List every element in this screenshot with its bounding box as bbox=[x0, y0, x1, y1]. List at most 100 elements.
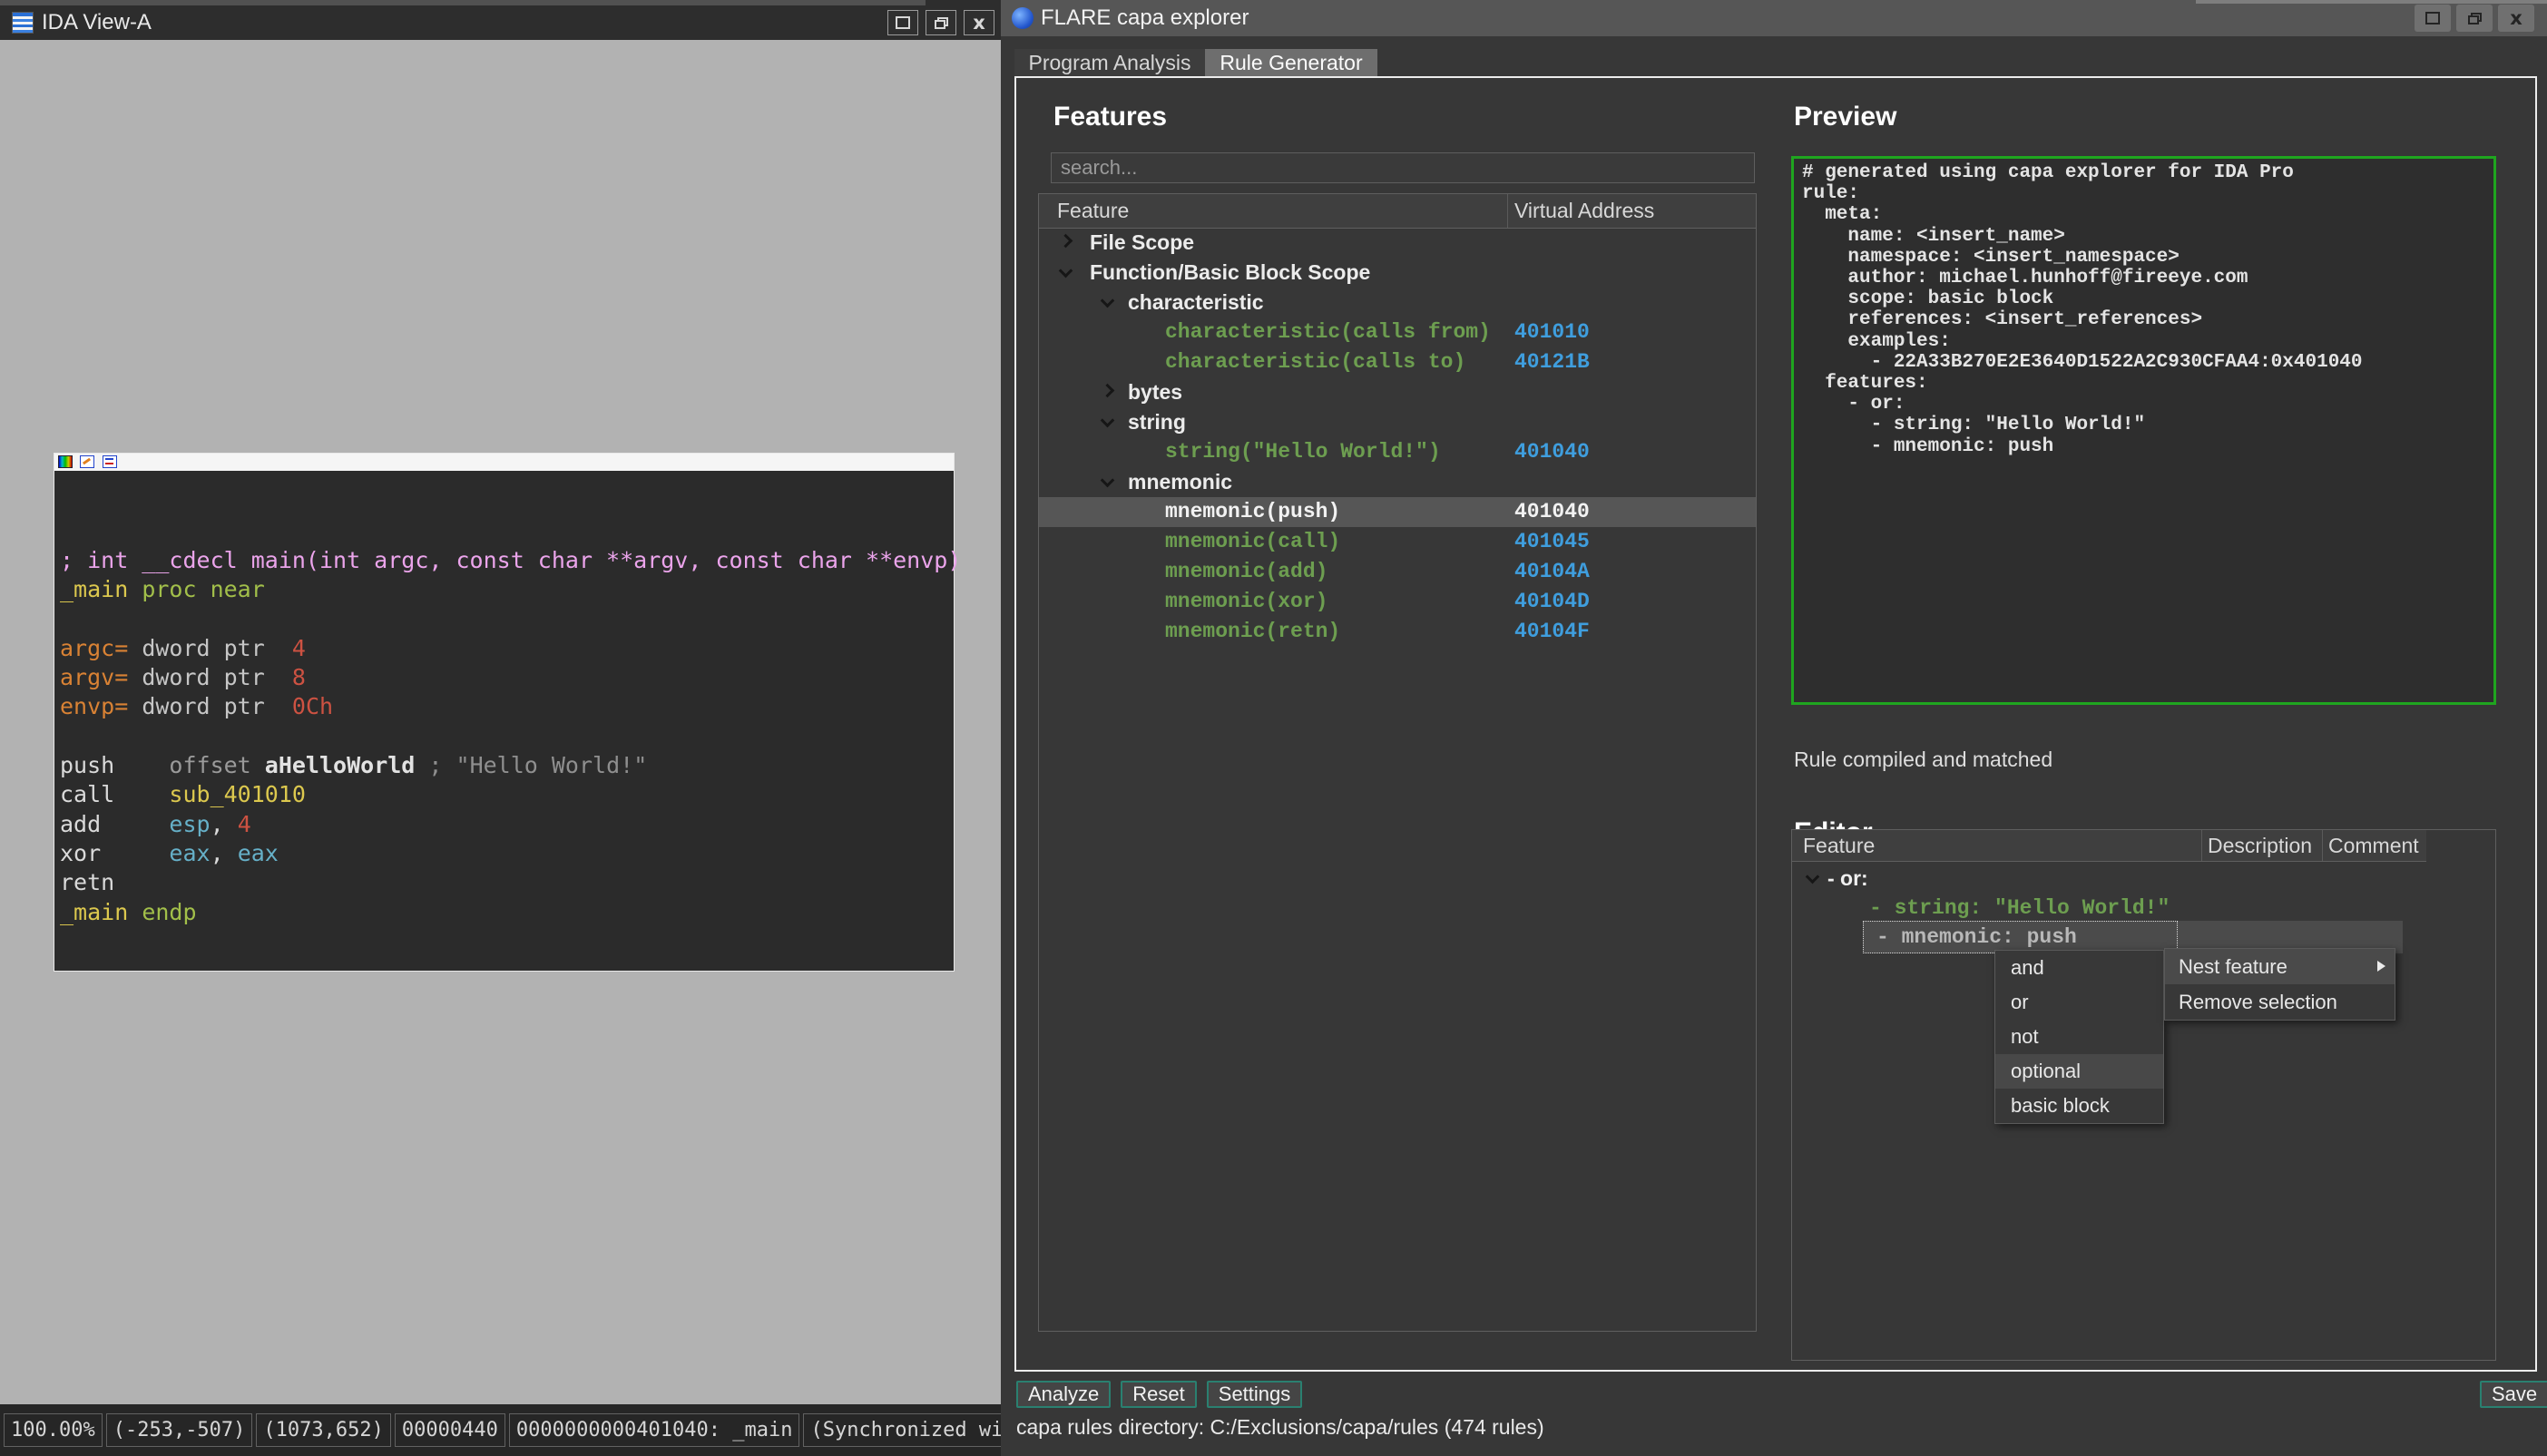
menu-item-and[interactable]: and bbox=[1995, 951, 2163, 985]
ida-view-icon bbox=[12, 12, 34, 34]
feature-row[interactable]: characteristic(calls to) 40121B bbox=[1039, 347, 1756, 377]
menu-item-basic-block[interactable]: basic block bbox=[1995, 1089, 2163, 1123]
feature-row[interactable]: mnemonic(add)40104A bbox=[1039, 557, 1756, 587]
code-line bbox=[60, 722, 961, 751]
capa-action-buttons: Analyze Reset Settings bbox=[1016, 1381, 1302, 1408]
column-header-virtual-address[interactable]: Virtual Address bbox=[1514, 194, 1654, 228]
collapse-icon[interactable] bbox=[1101, 474, 1115, 488]
feature-row[interactable]: mnemonic(xor) 40104D bbox=[1039, 587, 1756, 617]
menu-item-not[interactable]: not bbox=[1995, 1020, 2163, 1054]
feature-address: 40121B bbox=[1514, 347, 1590, 377]
feature-row[interactable]: mnemonic(retn)40104F bbox=[1039, 617, 1756, 647]
code-line: argv= dword ptr 8 bbox=[60, 663, 961, 692]
preview-rule-text: # generated using capa explorer for IDA … bbox=[1794, 159, 2493, 457]
code-token: 4 bbox=[292, 635, 306, 661]
collapse-icon[interactable] bbox=[1806, 870, 1820, 884]
search-input[interactable] bbox=[1051, 152, 1755, 183]
code-token: envp= bbox=[60, 693, 142, 719]
restore-icon[interactable] bbox=[926, 10, 956, 35]
code-token: sub_401010 bbox=[169, 781, 306, 807]
ida-titlebar: IDA View-A x bbox=[0, 0, 1001, 40]
feature-label: characteristic bbox=[1128, 288, 1264, 318]
feature-row[interactable]: characteristic bbox=[1039, 288, 1756, 318]
feature-address: 401040 bbox=[1514, 437, 1590, 467]
expand-icon[interactable] bbox=[1059, 234, 1073, 249]
expand-icon[interactable] bbox=[1101, 384, 1115, 398]
code-token: , bbox=[211, 811, 238, 837]
settings-button[interactable]: Settings bbox=[1207, 1381, 1303, 1408]
maximize-icon[interactable] bbox=[887, 10, 918, 35]
editor-row-label: - or: bbox=[1827, 864, 1868, 894]
feature-row[interactable]: string bbox=[1039, 407, 1756, 437]
code-line: _main endp bbox=[60, 898, 961, 927]
code-line: add esp, 4 bbox=[60, 810, 961, 839]
column-header-feature[interactable]: Feature bbox=[1057, 194, 1129, 228]
column-header-feature[interactable]: Feature bbox=[1803, 830, 1875, 861]
close-icon[interactable]: x bbox=[964, 10, 994, 35]
feature-row[interactable]: File Scope bbox=[1039, 228, 1756, 258]
code-line: argc= dword ptr 4 bbox=[60, 634, 961, 663]
feature-row[interactable]: mnemonic(call)401045 bbox=[1039, 527, 1756, 557]
editor-row[interactable]: - string: "Hello World!" bbox=[1792, 894, 2495, 923]
code-token bbox=[128, 899, 142, 925]
status-segment: 0000000000401040: _main bbox=[509, 1413, 800, 1447]
column-divider[interactable] bbox=[2201, 830, 2202, 861]
feature-label: mnemonic(xor) bbox=[1165, 587, 1327, 617]
feature-row[interactable]: mnemonic bbox=[1039, 467, 1756, 497]
feature-row[interactable]: bytes bbox=[1039, 377, 1756, 407]
feature-row[interactable]: string("Hello World!") 401040 bbox=[1039, 437, 1756, 467]
editor-table-header: Feature Description Comment bbox=[1792, 830, 2426, 862]
status-segment: (1073,652) bbox=[256, 1413, 390, 1447]
capa-status-text: capa rules directory: C:/Exclusions/capa… bbox=[1016, 1415, 1544, 1440]
context-submenu: andornotoptionalbasic block bbox=[1994, 950, 2164, 1124]
column-divider[interactable] bbox=[2322, 830, 2323, 861]
feature-label: mnemonic(retn) bbox=[1165, 617, 1340, 647]
menu-item-or[interactable]: or bbox=[1995, 985, 2163, 1020]
palette-icon[interactable] bbox=[58, 455, 73, 468]
save-button[interactable]: Save bbox=[2480, 1381, 2547, 1408]
close-icon[interactable]: x bbox=[2498, 5, 2534, 32]
menu-item-nest-feature[interactable]: Nest feature bbox=[2165, 949, 2395, 984]
tab-program-analysis[interactable]: Program Analysis bbox=[1014, 49, 1205, 77]
maximize-icon[interactable] bbox=[2415, 5, 2451, 32]
code-line: _main proc near bbox=[60, 575, 961, 604]
feature-label: Function/Basic Block Scope bbox=[1090, 258, 1370, 288]
graph-icon[interactable] bbox=[103, 455, 117, 468]
menu-item-optional[interactable]: optional bbox=[1995, 1054, 2163, 1089]
feature-label: mnemonic bbox=[1128, 467, 1232, 497]
restore-icon[interactable] bbox=[2456, 5, 2493, 32]
feature-address: 40104D bbox=[1514, 587, 1590, 617]
reset-button[interactable]: Reset bbox=[1121, 1381, 1196, 1408]
menu-item-remove-selection[interactable]: Remove selection bbox=[2165, 984, 2395, 1020]
analyze-button[interactable]: Analyze bbox=[1016, 1381, 1111, 1408]
column-header-comment[interactable]: Comment bbox=[2328, 830, 2419, 861]
code-token: argv= bbox=[60, 664, 142, 690]
code-token: eax bbox=[238, 840, 279, 866]
code-token: argc= bbox=[60, 635, 142, 661]
code-token: 4 bbox=[238, 811, 251, 837]
disassembly-code[interactable]: ; int __cdecl main(int argc, const char … bbox=[60, 546, 961, 927]
status-segment: 100.00% bbox=[4, 1413, 103, 1447]
column-header-description[interactable]: Description bbox=[2208, 830, 2312, 861]
column-divider[interactable] bbox=[1507, 194, 1508, 228]
preview-box[interactable]: # generated using capa explorer for IDA … bbox=[1791, 156, 2496, 705]
tab-rule-generator[interactable]: Rule Generator bbox=[1205, 49, 1377, 77]
feature-row[interactable]: mnemonic(push)401040 bbox=[1039, 497, 1756, 527]
editor-row[interactable]: - or: bbox=[1792, 864, 2495, 894]
feature-row[interactable]: characteristic(calls from)401010 bbox=[1039, 318, 1756, 347]
feature-label: characteristic(calls to) bbox=[1165, 347, 1465, 377]
features-heading: Features bbox=[1053, 102, 1167, 132]
feature-label: mnemonic(call) bbox=[1165, 527, 1340, 557]
code-token: ; "Hello World!" bbox=[428, 752, 647, 778]
feature-row[interactable]: Function/Basic Block Scope bbox=[1039, 258, 1756, 288]
rule-status-text: Rule compiled and matched bbox=[1794, 748, 2052, 772]
code-token: ; int __cdecl main(int argc, const char … bbox=[60, 547, 961, 573]
collapse-icon[interactable] bbox=[1059, 264, 1073, 278]
context-menu: Nest featureRemove selection bbox=[2164, 948, 2395, 1021]
collapse-icon[interactable] bbox=[1101, 294, 1115, 308]
feature-label: string("Hello World!") bbox=[1165, 437, 1441, 467]
edit-icon[interactable] bbox=[80, 455, 94, 468]
code-token: dword ptr bbox=[142, 664, 292, 690]
collapse-icon[interactable] bbox=[1101, 414, 1115, 428]
editor-row-label: - mnemonic: push bbox=[1876, 921, 2077, 953]
